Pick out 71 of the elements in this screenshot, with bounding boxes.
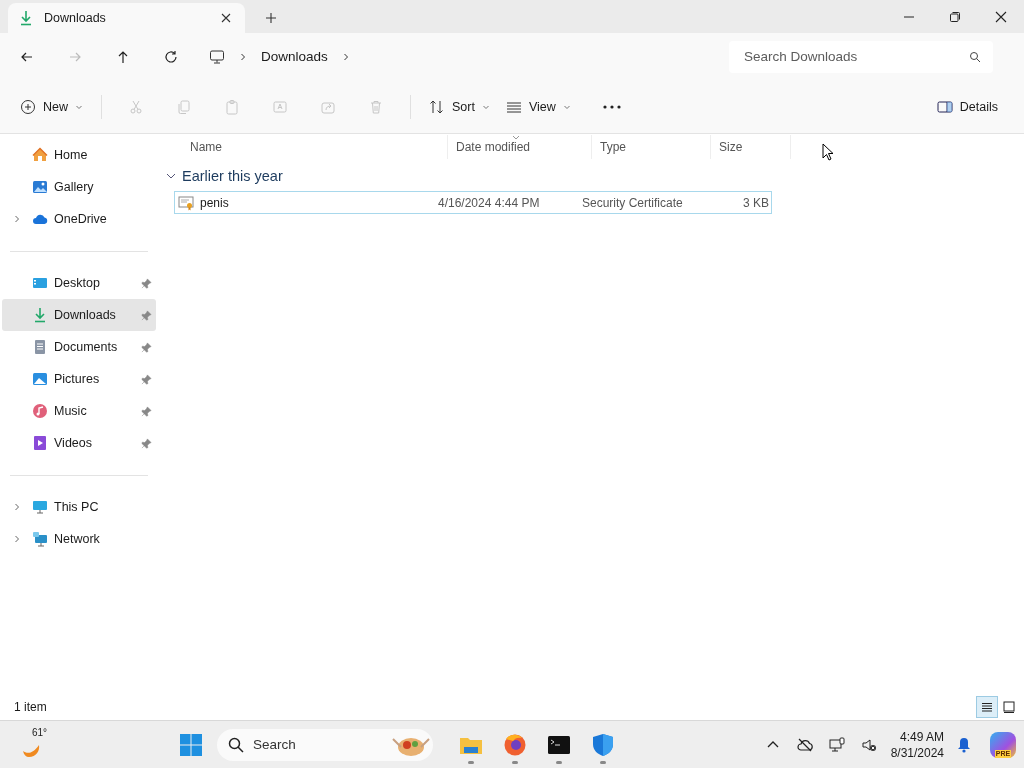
cloud-off-icon[interactable] [796,736,813,753]
file-row[interactable]: penis 4/16/2024 4:44 PM Security Certificate 3 KB [174,191,772,214]
sort-icon [429,98,445,115]
column-header[interactable]: Type [592,135,711,159]
breadcrumb-item[interactable]: Downloads [261,49,328,64]
column-header[interactable]: Size [711,135,791,159]
shield-icon[interactable] [590,732,615,757]
chevron-icon[interactable] [166,173,176,179]
sidebar-item[interactable]: Downloads [2,299,156,331]
clock[interactable]: 4:49 AM 8/31/2024 [890,728,944,761]
date: 8/31/2024 [890,744,944,761]
view-button[interactable]: View [497,92,579,121]
sidebar-item[interactable]: Gallery [2,171,156,203]
download-icon [32,307,48,323]
address-bar[interactable]: Downloads [203,39,729,74]
list-icon [981,701,993,713]
new-button[interactable]: New [12,92,91,121]
close-icon[interactable] [995,11,1007,23]
download-icon [18,10,34,26]
more-icon[interactable] [602,104,621,109]
search-field[interactable]: Search Downloads [729,40,993,73]
sidebar-item[interactable]: Desktop [2,267,156,299]
sidebar-item[interactable]: Videos [2,427,156,459]
document-icon [32,339,48,355]
pictures-icon [32,371,48,387]
plus-circle-icon [20,98,36,115]
browser-icon[interactable] [502,732,527,757]
sidebar-item[interactable]: OneDrive [2,203,156,235]
sidebar-item[interactable]: This PC [2,491,156,523]
sidebar-item[interactable]: Home [2,139,156,171]
taskbar-search-field[interactable]: Search [216,728,433,761]
video-icon [32,435,48,451]
sort-button[interactable]: Sort [421,92,498,121]
table-cell-text: Security Certificate [582,195,684,210]
table-cell-text: 4/16/2024 4:44 PM [438,195,541,210]
bell-icon[interactable] [956,736,972,753]
temperature: 61° [32,726,48,738]
mouse-cursor-icon [822,143,834,161]
sidebar-item[interactable]: Documents [2,331,156,363]
speaker-muted-icon[interactable] [860,736,877,753]
details-pane-icon [936,98,953,115]
search-icon [969,50,981,63]
music-icon [32,403,48,419]
monitor-icon[interactable] [828,736,845,753]
monitor-icon [32,499,48,515]
square-icon [1003,701,1015,713]
group-header: Earlier this year [182,168,283,184]
details-button[interactable]: Details [928,92,1006,121]
windows-start-icon[interactable] [178,732,203,757]
monitor-icon [209,48,225,65]
table-cell-text: 3 KB [742,195,769,210]
house-icon [32,147,48,163]
desktop-icon [32,275,48,291]
search-icon [227,736,244,753]
network-icon [32,531,48,547]
certificate-icon [178,194,194,211]
item-count: 1 item [14,700,47,714]
sidebar-item[interactable]: Music [2,395,156,427]
close-icon[interactable] [220,12,232,24]
sidebar-item[interactable]: Pictures [2,363,156,395]
window-tab[interactable]: Downloads [8,3,245,33]
gallery-icon [32,179,48,195]
plus-icon[interactable] [265,12,277,24]
refresh-icon[interactable] [163,48,179,65]
column-header[interactable]: Name [182,135,448,159]
file-name: penis [200,195,229,210]
time: 4:49 AM [900,728,944,745]
details-view-button[interactable] [976,696,998,718]
restore-icon[interactable] [949,11,961,23]
column-header[interactable]: Date modified [448,135,592,159]
sidebar-item[interactable]: Network [2,523,156,555]
